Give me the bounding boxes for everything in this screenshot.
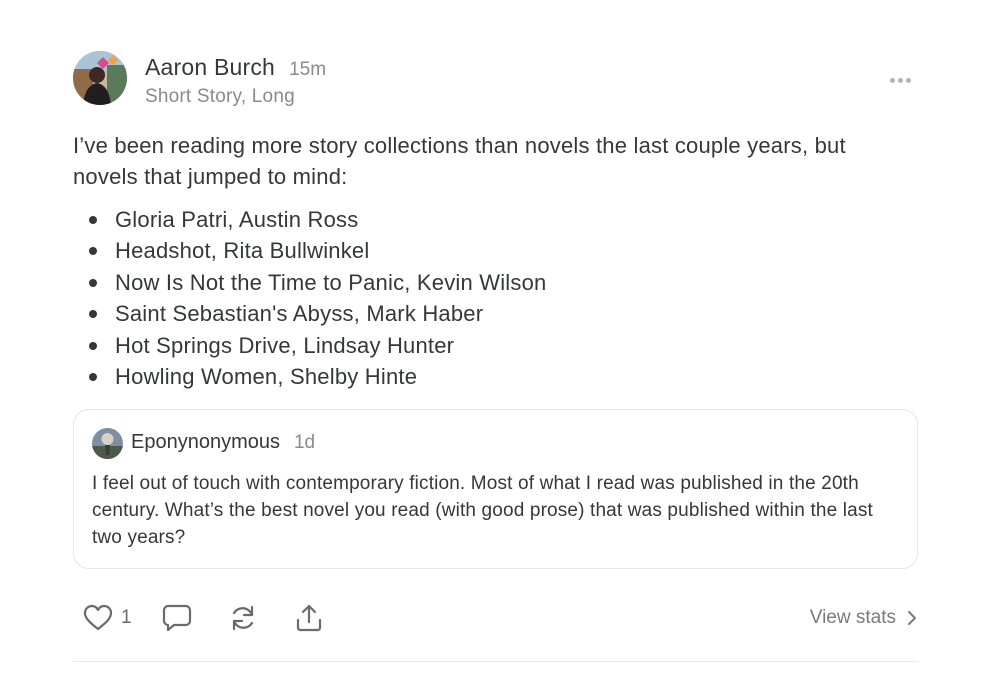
- action-bar: 1 View stats: [73, 598, 918, 638]
- view-stats-link[interactable]: View stats: [810, 598, 918, 638]
- view-stats-label: View stats: [809, 607, 896, 628]
- quoted-author-avatar[interactable]: [92, 428, 123, 459]
- author-name[interactable]: Aaron Burch: [145, 54, 275, 81]
- quoted-note-text: I feel out of touch with contemporary fi…: [92, 473, 873, 548]
- heart-icon: [83, 604, 113, 631]
- quoted-timestamp: 1d: [293, 432, 316, 453]
- post-header: Aaron Burch 15m Short Story, Long: [73, 48, 918, 110]
- list-item: Gloria Patri, Austin Ross: [89, 204, 546, 235]
- share-icon: [296, 604, 322, 632]
- publication-name[interactable]: Short Story, Long: [145, 86, 295, 108]
- divider: [73, 661, 918, 662]
- bullet-icon: [89, 373, 97, 382]
- bullet-icon: [89, 278, 97, 287]
- note-post: Aaron Burch 15m Short Story, Long I’ve b…: [73, 48, 918, 632]
- bullet-icon: [89, 341, 97, 350]
- share-button[interactable]: [294, 598, 324, 638]
- like-count: 1: [121, 607, 132, 628]
- post-body: I’ve been reading more story collections…: [73, 133, 846, 189]
- comment-button[interactable]: [162, 598, 192, 638]
- like-button[interactable]: 1: [83, 598, 132, 638]
- book-list: Gloria Patri, Austin Ross Headshot, Rita…: [89, 204, 546, 392]
- list-item: Headshot, Rita Bullwinkel: [89, 235, 546, 266]
- quoted-note-card[interactable]: Eponynonymous 1d I feel out of touch wit…: [73, 409, 918, 569]
- restack-icon: [232, 605, 254, 631]
- more-icon: [889, 77, 895, 83]
- bullet-icon: [89, 247, 97, 256]
- post-timestamp[interactable]: 15m: [289, 59, 326, 81]
- list-item: Howling Women, Shelby Hinte: [89, 361, 546, 392]
- list-item: Saint Sebastian's Abyss, Mark Haber: [89, 298, 546, 329]
- list-item: Now Is Not the Time to Panic, Kevin Wils…: [89, 267, 546, 298]
- quoted-author-name[interactable]: Eponynonymous: [131, 431, 280, 454]
- bullet-icon: [89, 310, 97, 319]
- comment-icon: [162, 604, 192, 632]
- more-options-button[interactable]: [886, 70, 914, 90]
- author-avatar[interactable]: [73, 51, 127, 105]
- chevron-right-icon: [908, 611, 916, 625]
- bullet-icon: [89, 216, 97, 224]
- restack-button[interactable]: [228, 598, 258, 638]
- list-item: Hot Springs Drive, Lindsay Hunter: [89, 330, 546, 361]
